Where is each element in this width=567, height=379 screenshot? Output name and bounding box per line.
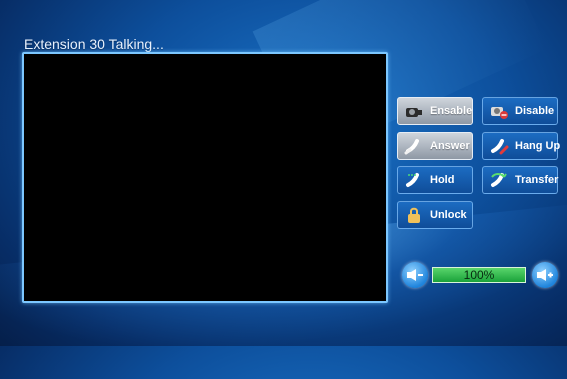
volume-up-icon [536, 268, 554, 282]
hang-up-button[interactable]: Hang Up [482, 132, 561, 160]
transfer-button[interactable]: Transfer [482, 166, 558, 194]
unlock-label: Unlock [430, 209, 467, 221]
enable-video-label: Ensable [430, 105, 473, 117]
disable-video-button[interactable]: Disable [482, 97, 558, 125]
answer-label: Answer [430, 140, 470, 152]
hold-label: Hold [430, 174, 455, 186]
camera-disabled-icon [489, 102, 509, 120]
video-display [22, 52, 388, 303]
transfer-label: Transfer [515, 174, 559, 186]
phone-hold-icon [404, 171, 424, 189]
phone-transfer-icon [489, 171, 509, 189]
phone-icon [404, 137, 424, 155]
phone-hangup-icon [489, 137, 509, 155]
volume-level-text: 100% [463, 268, 495, 282]
volume-down-button[interactable] [402, 262, 428, 288]
camera-icon [404, 102, 424, 120]
volume-up-button[interactable] [532, 262, 558, 288]
enable-video-button[interactable]: Ensable [397, 97, 473, 125]
answer-button[interactable]: Answer [397, 132, 473, 160]
hang-up-label: Hang Up [515, 140, 561, 152]
unlock-button[interactable]: Unlock [397, 201, 473, 229]
call-status-title: Extension 30 Talking... [24, 36, 164, 52]
lock-icon [404, 206, 424, 224]
volume-level-bar[interactable]: 100% [432, 267, 526, 283]
disable-video-label: Disable [515, 105, 555, 117]
volume-down-icon [406, 268, 424, 282]
hold-button[interactable]: Hold [397, 166, 473, 194]
